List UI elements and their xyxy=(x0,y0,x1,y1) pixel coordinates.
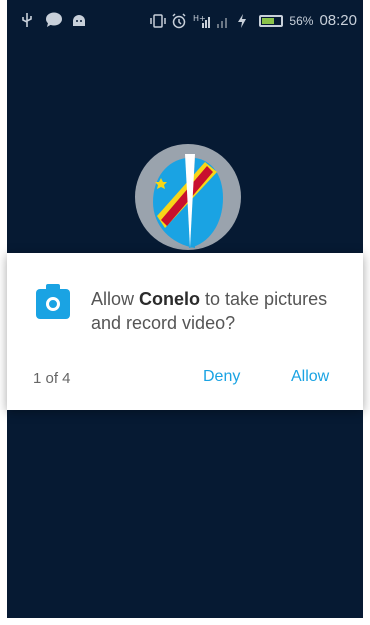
message-prefix: Allow xyxy=(91,289,140,309)
status-bar-right: H+ 56% 08:20 xyxy=(149,12,357,29)
alarm-icon xyxy=(171,12,187,29)
android-icon xyxy=(71,12,87,28)
status-bar: H+ 56% 08:20 xyxy=(7,0,363,40)
permission-counter: 1 of 4 xyxy=(33,370,71,387)
camera-icon-lens xyxy=(46,297,60,311)
chat-icon xyxy=(45,12,62,28)
app-logo xyxy=(135,144,241,250)
usb-icon xyxy=(19,12,35,28)
vibrate-icon xyxy=(149,13,167,29)
camera-icon-bump xyxy=(46,284,60,291)
permission-dialog: Allow Conelo to take pictures and record… xyxy=(7,253,363,410)
app-name: Conelo xyxy=(139,289,201,309)
signal-h-plus-icon: H+ xyxy=(193,13,211,29)
permission-message: Allow Conelo to take pictures and record… xyxy=(91,287,351,335)
status-bar-left xyxy=(19,12,87,28)
deny-button[interactable]: Deny xyxy=(203,368,240,386)
charging-icon xyxy=(237,13,253,29)
clock: 08:20 xyxy=(319,12,357,29)
camera-icon xyxy=(36,284,70,319)
svg-text:H+: H+ xyxy=(193,14,206,23)
battery-icon xyxy=(259,14,284,27)
battery-level xyxy=(262,17,274,24)
allow-button[interactable]: Allow xyxy=(291,368,329,386)
signal-icon xyxy=(215,13,231,29)
battery-percent: 56% xyxy=(289,13,314,28)
